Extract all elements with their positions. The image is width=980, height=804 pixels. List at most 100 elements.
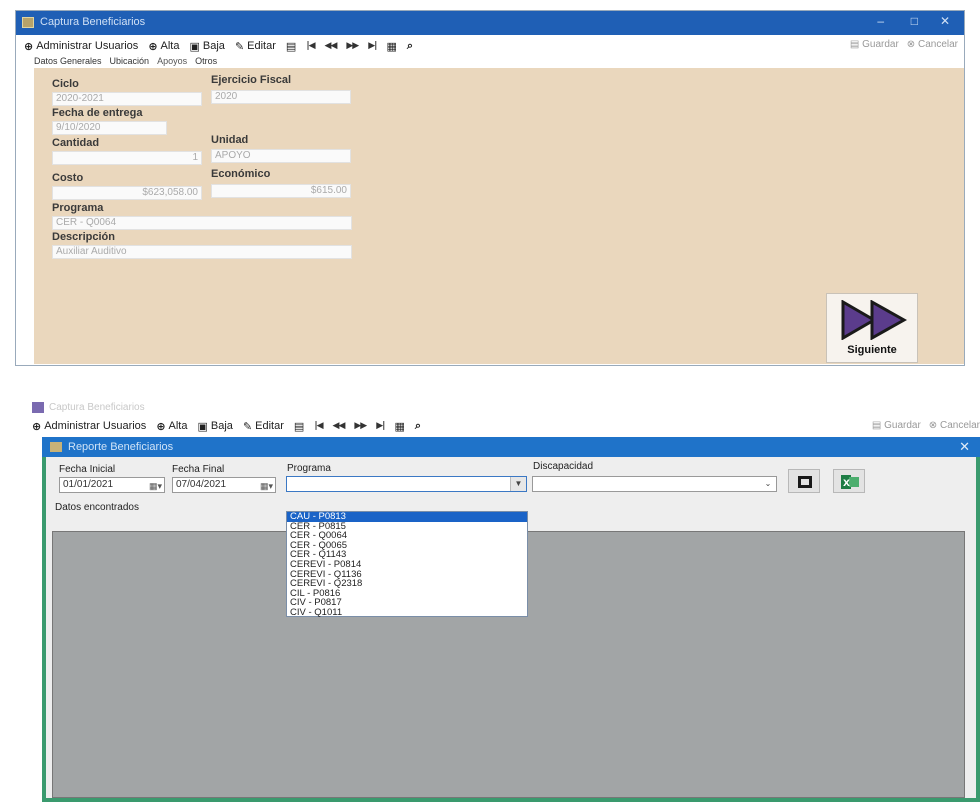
programa-field[interactable]: CER - Q0064 <box>52 216 352 230</box>
minimize-icon[interactable]: – <box>877 14 884 28</box>
costo-label: Costo <box>52 172 84 184</box>
report-icon[interactable]: ▤ <box>286 40 296 53</box>
editar-icon: ✎ <box>242 419 253 433</box>
alta-button[interactable]: ⊕ Alta <box>148 40 179 53</box>
cantidad-label: Cantidad <box>52 137 100 149</box>
programa-label: Programa <box>52 202 104 214</box>
programa-label: Programa <box>287 463 331 474</box>
right-toolbar: ▤ Guardar ⊗ Cancelar <box>872 420 980 431</box>
save-button[interactable]: ▤ Guardar <box>872 420 921 431</box>
search-icon[interactable]: ⌕ <box>407 39 413 53</box>
document-icon[interactable]: ▦ <box>386 40 396 53</box>
editar-button[interactable]: ✎ Editar <box>235 40 276 53</box>
svg-text:X: X <box>843 479 850 489</box>
last-icon[interactable]: ▶| <box>368 41 377 51</box>
chevron-down-icon[interactable]: ⌄ <box>760 477 776 491</box>
app-icon <box>22 17 34 28</box>
programa-option[interactable]: CIV - Q1011 <box>287 608 527 618</box>
economico-label: Económico <box>211 168 271 180</box>
close-icon[interactable]: ✕ <box>940 14 950 28</box>
toolbar: ⊕ Administrar Usuarios ⊕ Alta ▣ Baja ✎ E… <box>32 416 421 436</box>
cantidad-field[interactable]: 1 <box>52 151 202 165</box>
next-icon[interactable]: ▶▶ <box>354 421 367 431</box>
title-bar: Captura Beneficiarios – □ ✕ <box>16 11 964 35</box>
search-icon[interactable]: ⌕ <box>415 419 421 433</box>
fecha-entrega-label: Fecha de entrega <box>52 107 143 119</box>
fecha-final-picker[interactable]: 07/04/2021 ▦▾ <box>172 477 276 493</box>
unidad-label: Unidad <box>211 134 249 146</box>
right-toolbar: ▤ Guardar ⊗ Cancelar <box>850 39 958 50</box>
programa-dropdown-list[interactable]: CAU - P0813 CER - P0815 CER - Q0064 CER … <box>286 511 528 617</box>
tab-apoyos[interactable]: Apoyos <box>157 56 187 66</box>
programa-select[interactable]: ▼ <box>286 476 527 492</box>
discapacidad-label: Discapacidad <box>533 461 594 472</box>
excel-button[interactable]: X <box>833 469 865 493</box>
alta-icon: ⊕ <box>148 39 158 53</box>
alta-icon: ⊕ <box>156 419 166 433</box>
tab-otros[interactable]: Otros <box>195 56 217 66</box>
chevron-down-icon[interactable]: ▼ <box>510 477 526 491</box>
tab-strip: Datos Generales Ubicación Apoyos Otros <box>34 56 217 66</box>
apoyos-panel: Ciclo 2020-2021 Ejercicio Fiscal 2020 Fe… <box>34 68 964 364</box>
discapacidad-select[interactable]: ⌄ <box>532 476 777 492</box>
reporte-dialog: Reporte Beneficiarios ✕ Fecha Inicial 01… <box>42 437 980 802</box>
next-icon[interactable]: ▶▶ <box>346 41 359 51</box>
cancel-icon: ⊗ <box>928 420 938 431</box>
last-icon[interactable]: ▶| <box>376 421 385 431</box>
maximize-icon[interactable]: □ <box>911 14 918 28</box>
editar-icon: ✎ <box>234 39 245 53</box>
baja-button[interactable]: ▣ Baja <box>198 420 233 433</box>
add-user-icon: ⊕ <box>24 39 34 53</box>
datos-encontrados-label: Datos encontrados <box>55 502 139 513</box>
document-icon[interactable]: ▦ <box>394 420 404 433</box>
prev-icon[interactable]: ◀◀ <box>333 421 346 431</box>
fecha-entrega-field[interactable]: 9/10/2020 <box>52 121 167 135</box>
fecha-inicial-label: Fecha Inicial <box>59 464 116 475</box>
cancel-button[interactable]: ⊗ Cancelar <box>907 39 958 50</box>
fast-forward-icon <box>841 300 907 340</box>
app-icon <box>50 442 62 452</box>
app-icon <box>32 402 44 413</box>
report-button[interactable] <box>788 469 820 493</box>
captura-window: Captura Beneficiarios – □ ✕ ⊕ Administra… <box>15 10 965 366</box>
ciclo-field[interactable]: 2020-2021 <box>52 92 202 106</box>
admin-users-button[interactable]: ⊕ Administrar Usuarios <box>24 40 138 53</box>
report-icon <box>798 476 812 488</box>
report-icon[interactable]: ▤ <box>294 420 304 433</box>
editar-button[interactable]: ✎ Editar <box>243 420 284 433</box>
prev-icon[interactable]: ◀◀ <box>325 41 338 51</box>
calendar-icon[interactable]: ▦▾ <box>260 479 273 493</box>
descripcion-label: Descripción <box>52 231 115 243</box>
baja-icon: ▣ <box>197 419 208 433</box>
descripcion-field[interactable]: Auxiliar Auditivo <box>52 245 352 259</box>
save-button[interactable]: ▤ Guardar <box>850 39 899 50</box>
baja-icon: ▣ <box>189 39 200 53</box>
admin-users-button[interactable]: ⊕ Administrar Usuarios <box>32 420 146 433</box>
alta-button[interactable]: ⊕ Alta <box>156 420 187 433</box>
excel-icon: X <box>841 475 859 489</box>
baja-button[interactable]: ▣ Baja <box>190 40 225 53</box>
dialog-body: Fecha Inicial 01/01/2021 ▦▾ Fecha Final … <box>46 457 976 798</box>
dialog-title: Reporte Beneficiarios <box>68 441 174 453</box>
close-icon[interactable]: ✕ <box>959 439 970 455</box>
ejercicio-label: Ejercicio Fiscal <box>211 74 292 86</box>
ciclo-label: Ciclo <box>52 78 79 90</box>
unidad-field[interactable]: APOYO <box>211 149 351 163</box>
window-title: Captura Beneficiarios <box>40 16 146 28</box>
save-icon: ▤ <box>871 420 882 431</box>
ejercicio-field[interactable]: 2020 <box>211 90 351 104</box>
siguiente-button[interactable]: Siguiente <box>826 293 918 363</box>
first-icon[interactable]: |◀ <box>314 421 323 431</box>
costo-field[interactable]: $623,058.00 <box>52 186 202 200</box>
economico-field[interactable]: $615.00 <box>211 184 351 198</box>
add-user-icon: ⊕ <box>32 419 42 433</box>
cancel-button[interactable]: ⊗ Cancelar <box>929 420 980 431</box>
tab-ubicacion[interactable]: Ubicación <box>110 56 150 66</box>
calendar-icon[interactable]: ▦▾ <box>149 479 162 493</box>
fecha-inicial-picker[interactable]: 01/01/2021 ▦▾ <box>59 477 165 493</box>
tab-datos-generales[interactable]: Datos Generales <box>34 56 102 66</box>
window-title: Captura Beneficiarios <box>49 402 145 413</box>
save-icon: ▤ <box>849 39 860 50</box>
first-icon[interactable]: |◀ <box>306 41 315 51</box>
toolbar: ⊕ Administrar Usuarios ⊕ Alta ▣ Baja ✎ E… <box>24 36 413 56</box>
